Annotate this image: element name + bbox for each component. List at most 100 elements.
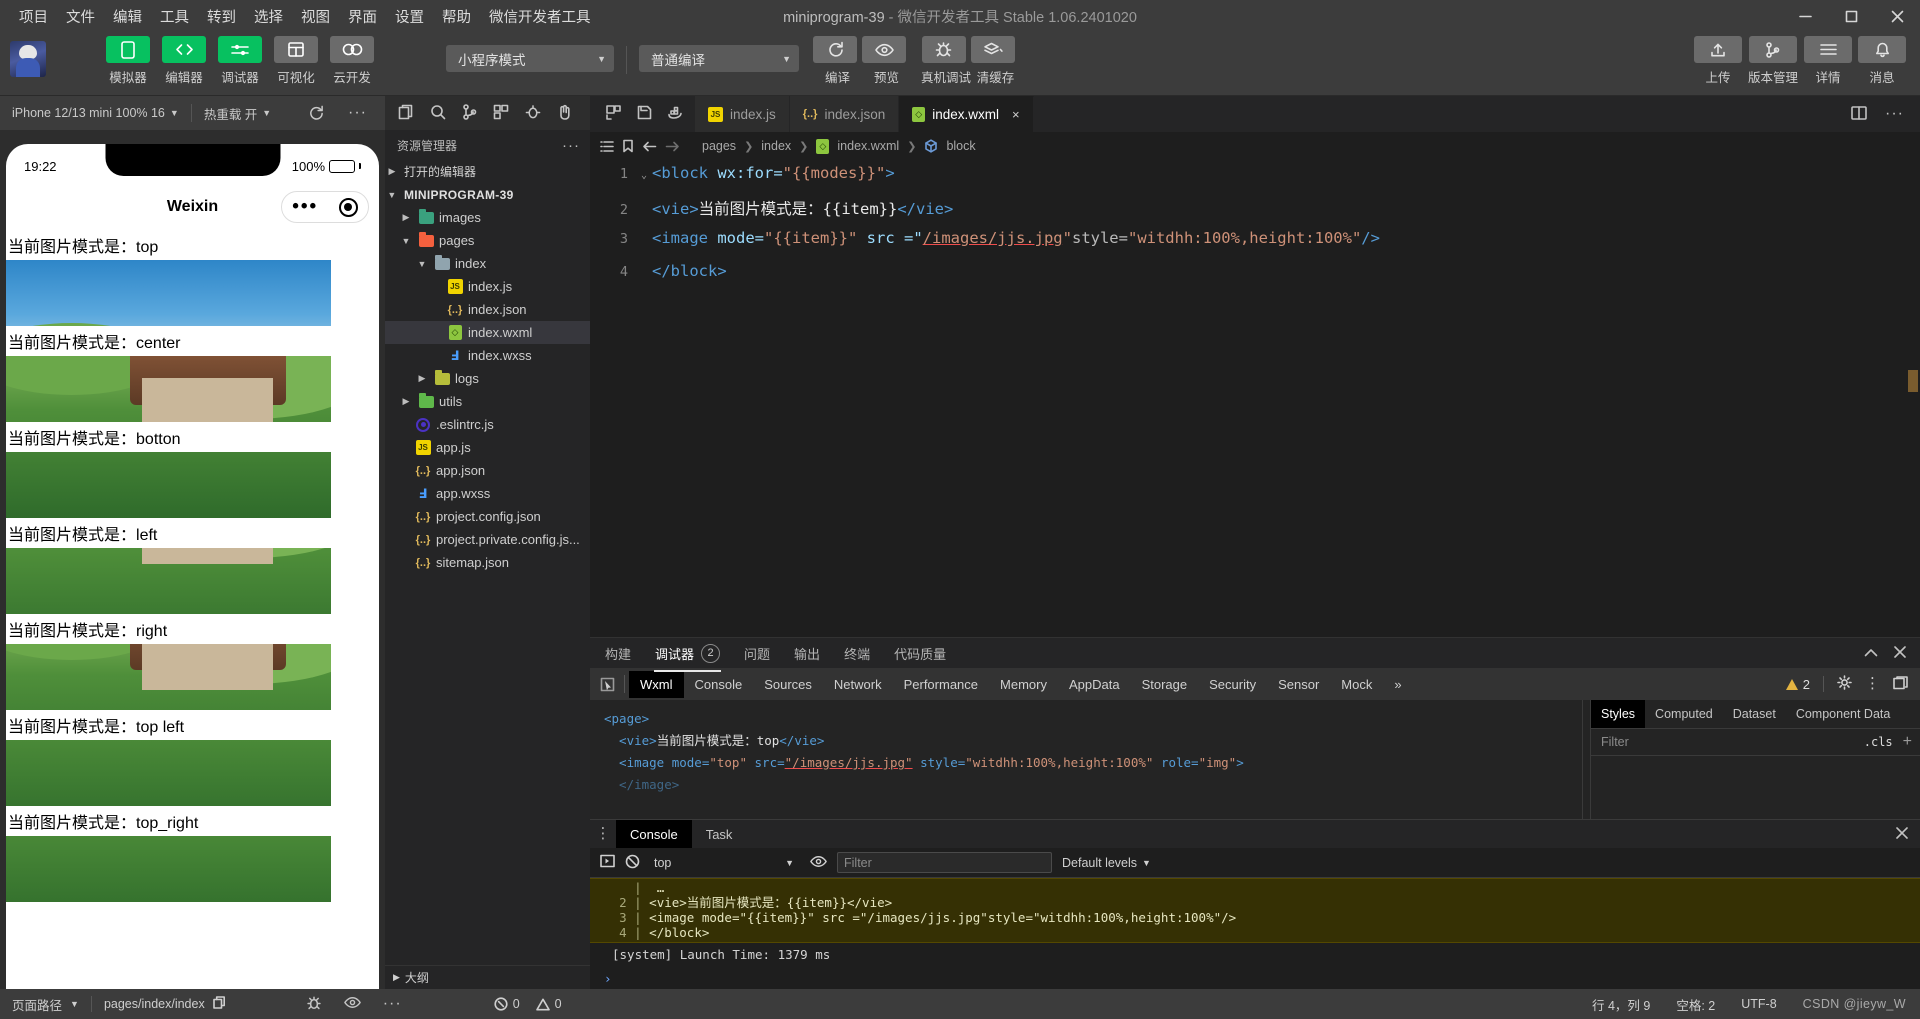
tree-row-index-wxss[interactable]: Ⅎ index.wxss — [385, 344, 590, 367]
dbg-tab-build[interactable]: 构建 — [604, 641, 632, 666]
menu-item-interface[interactable]: 界面 — [339, 2, 386, 31]
encoding[interactable]: UTF-8 — [1741, 997, 1776, 1011]
ellipsis-icon[interactable]: ··· — [1885, 105, 1904, 123]
menu-item-tools[interactable]: 工具 — [151, 2, 198, 31]
eye-icon[interactable] — [343, 996, 361, 1012]
chevron-up-icon[interactable] — [1864, 646, 1878, 661]
styles-tab-styles[interactable]: Styles — [1591, 700, 1646, 728]
extensions-icon[interactable] — [493, 104, 509, 123]
console-filter-input[interactable]: Filter — [837, 852, 1052, 873]
inspect-icon[interactable] — [590, 677, 624, 692]
split-editor-icon[interactable] — [1851, 105, 1867, 123]
devtools-tab-wxml[interactable]: Wxml — [629, 670, 684, 698]
clear-cache-button[interactable]: 清缓存 — [971, 36, 1020, 86]
toggle-cloud-button[interactable]: 云开发 — [328, 36, 376, 86]
tree-row-logs[interactable]: ▶ logs — [385, 367, 590, 390]
devtools-tab-overflow[interactable]: » — [1383, 671, 1412, 698]
bug-icon[interactable] — [306, 995, 322, 1014]
styles-tab-computed[interactable]: Computed — [1645, 700, 1723, 728]
details-button[interactable]: 详情 — [1804, 36, 1852, 86]
breadcrumb-index[interactable]: index — [761, 139, 791, 153]
save-icon[interactable] — [637, 105, 652, 123]
wxml-tree-pane[interactable]: <page> <vie>当前图片模式是：top</vie> <image mod… — [590, 700, 1582, 819]
gear-icon[interactable] — [1837, 675, 1852, 693]
page-path-label[interactable]: 页面路径 — [12, 995, 62, 1014]
menu-item-settings[interactable]: 设置 — [386, 2, 433, 31]
wxml-token[interactable]: "/images/jjs.jpg" — [785, 755, 913, 770]
tree-row-index-wxml[interactable]: ◇ index.wxml — [385, 321, 590, 344]
tree-row-index-js[interactable]: JS index.js — [385, 275, 590, 298]
docker-icon[interactable] — [668, 106, 684, 122]
project-root-row[interactable]: ▼ MINIPROGRAM-39 — [385, 183, 590, 206]
devtools-tab-console[interactable]: Console — [684, 671, 754, 698]
tree-row-project-config[interactable]: {..} project.config.json — [385, 505, 590, 528]
tree-row-sitemap[interactable]: {..} sitemap.json — [385, 551, 590, 574]
console-prompt[interactable]: › — [590, 967, 1920, 986]
fold-arrow-icon[interactable]: ⌄ — [636, 170, 652, 181]
styles-filter-input[interactable]: Filter — [1601, 735, 1629, 749]
error-count-chip[interactable]: 0 — [494, 997, 520, 1011]
scrollbar-thumb[interactable] — [1908, 370, 1918, 392]
tab-index-wxml[interactable]: ◇ index.wxml × — [899, 96, 1034, 132]
kebab-icon[interactable]: ⋮ — [590, 820, 616, 848]
devtools-tab-sensor[interactable]: Sensor — [1267, 671, 1330, 698]
forward-icon[interactable] — [665, 140, 680, 153]
warning-count-chip[interactable]: 0 — [535, 997, 562, 1011]
menu-item-devtools[interactable]: 微信开发者工具 — [480, 2, 600, 31]
console-context-select[interactable]: top ▼ — [650, 854, 800, 872]
close-icon[interactable] — [1894, 645, 1906, 661]
compile-button[interactable]: 编译 — [813, 36, 862, 86]
status-problems[interactable]: 0 0 — [494, 997, 562, 1011]
tree-row-utils[interactable]: ▶ utils — [385, 390, 590, 413]
bookmark-icon[interactable] — [622, 139, 634, 153]
dock-icon[interactable] — [1893, 675, 1908, 693]
dbg-tab-debugger[interactable]: 调试器 2 — [654, 641, 722, 672]
styles-tab-dataset[interactable]: Dataset — [1723, 700, 1786, 728]
devtools-tab-mock[interactable]: Mock — [1330, 671, 1383, 698]
preview-button[interactable]: 预览 — [862, 36, 911, 86]
ellipsis-icon[interactable]: ··· — [383, 995, 402, 1013]
devtools-tab-storage[interactable]: Storage — [1131, 671, 1199, 698]
devtools-tab-network[interactable]: Network — [823, 671, 893, 698]
cls-button[interactable]: .cls — [1864, 735, 1893, 749]
menu-item-select[interactable]: 选择 — [245, 2, 292, 31]
close-icon[interactable] — [1874, 0, 1920, 33]
breadcrumb-file[interactable]: index.wxml — [837, 139, 899, 153]
dbg-tab-output[interactable]: 输出 — [793, 641, 821, 666]
toggle-visual-button[interactable]: 可视化 — [272, 36, 320, 86]
console-tab-task[interactable]: Task — [692, 820, 747, 848]
kebab-icon[interactable]: ⋮ — [1865, 676, 1880, 691]
toggle-editor-button[interactable]: 编辑器 — [160, 36, 208, 86]
search-icon[interactable] — [430, 104, 446, 123]
simulator-refresh-button[interactable] — [296, 105, 336, 121]
devtools-tab-security[interactable]: Security — [1198, 671, 1267, 698]
mode-select[interactable]: 小程序模式 ▼ — [446, 45, 614, 72]
source-control-icon[interactable] — [462, 103, 477, 123]
menu-item-view[interactable]: 视图 — [292, 2, 339, 31]
hot-reload-select[interactable]: 热重载 开 ▼ — [192, 104, 283, 123]
eye-icon[interactable] — [810, 855, 827, 871]
close-tab-icon[interactable]: × — [1012, 107, 1020, 122]
dbg-tab-terminal[interactable]: 终端 — [843, 641, 871, 666]
tree-row-index-json[interactable]: {..} index.json — [385, 298, 590, 321]
hand-icon[interactable] — [557, 104, 572, 123]
play-icon[interactable] — [600, 854, 615, 871]
menu-item-goto[interactable]: 转到 — [198, 2, 245, 31]
tree-row-project-private-config[interactable]: {..} project.private.config.js... — [385, 528, 590, 551]
upload-button[interactable]: 上传 — [1693, 36, 1742, 86]
devtools-tab-performance[interactable]: Performance — [893, 671, 989, 698]
menu-item-edit[interactable]: 编辑 — [104, 2, 151, 31]
debug-icon[interactable] — [525, 104, 541, 123]
console-levels-select[interactable]: Default levels ▼ — [1062, 856, 1151, 870]
add-style-rule-button[interactable]: + — [1903, 733, 1912, 751]
tree-row-index-folder[interactable]: ▼ index — [385, 252, 590, 275]
devtools-tab-sources[interactable]: Sources — [753, 671, 823, 698]
back-icon[interactable] — [642, 140, 657, 153]
open-editors-row[interactable]: ▶ 打开的编辑器 — [385, 160, 590, 183]
styles-tab-component-data[interactable]: Component Data — [1786, 700, 1901, 728]
dbg-tab-code-quality[interactable]: 代码质量 — [893, 641, 947, 666]
new-file-icon[interactable] — [398, 104, 414, 123]
close-icon[interactable] — [1896, 826, 1908, 842]
breadcrumb-pages[interactable]: pages — [702, 139, 736, 153]
compile-select[interactable]: 普通编译 ▼ — [639, 45, 799, 72]
